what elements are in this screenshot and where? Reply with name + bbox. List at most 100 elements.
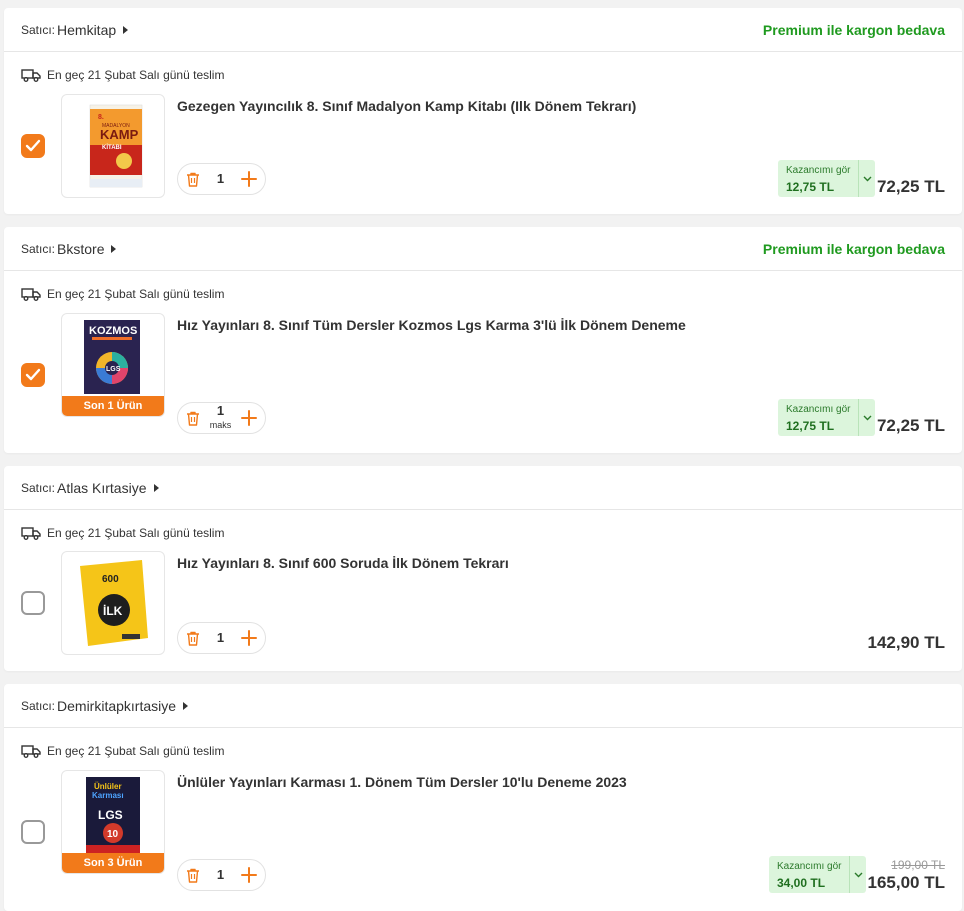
chevron-down-icon — [854, 872, 863, 877]
cart-item-card: Satıcı: Hemkitap Premium ile kargon beda… — [4, 8, 962, 214]
seller-link[interactable]: Satıcı: Hemkitap — [21, 22, 129, 38]
cart-item-card: Satıcı: Atlas Kırtasiye En geç 21 Şubat … — [4, 466, 962, 671]
quantity-value: 1 — [216, 867, 225, 882]
stock-badge: Son 3 Ürün — [62, 853, 164, 873]
product-title[interactable]: Ünlüler Yayınları Karması 1. Dönem Tüm D… — [177, 774, 627, 790]
cover-text: İLK — [103, 603, 123, 618]
seller-name[interactable]: Demirkitapkırtasiye — [57, 698, 176, 714]
seller-name[interactable]: Bkstore — [57, 241, 104, 257]
delivery-text: En geç 21 Şubat Salı günü teslim — [47, 526, 225, 540]
quantity-stepper: 1 — [177, 622, 266, 654]
plus-icon[interactable] — [240, 410, 257, 426]
seller-bar: Satıcı: Atlas Kırtasiye — [4, 466, 962, 510]
cover-text: 10 — [107, 829, 119, 840]
chevron-down-icon — [863, 176, 872, 181]
trash-icon[interactable] — [186, 868, 200, 883]
trash-icon[interactable] — [186, 411, 200, 426]
seller-name[interactable]: Atlas Kırtasiye — [57, 480, 146, 496]
seller-bar: Satıcı: Hemkitap Premium ile kargon beda… — [4, 8, 962, 52]
check-icon — [25, 368, 41, 381]
quantity-value: 1 — [216, 630, 225, 645]
cover-text: 600 — [102, 574, 119, 585]
quantity-value: 1 maks — [209, 403, 232, 431]
product-image[interactable]: KOZMOS LGS Son 1 Ürün — [61, 313, 165, 417]
price: 72,25 TL — [876, 416, 945, 435]
earnings-label: Kazancımı gör — [777, 861, 842, 872]
delivery-text: En geç 21 Şubat Salı günü teslim — [47, 744, 225, 758]
trash-icon[interactable] — [186, 631, 200, 646]
seller-link[interactable]: Satıcı: Demirkitapkırtasiye — [21, 698, 189, 714]
select-item-checkbox[interactable] — [21, 591, 45, 615]
plus-icon[interactable] — [240, 867, 257, 883]
select-item-checkbox[interactable] — [21, 134, 45, 158]
seller-bar: Satıcı: Demirkitapkırtasiye — [4, 684, 962, 728]
product-title[interactable]: Hız Yayınları 8. Sınıf 600 Soruda İlk Dö… — [177, 555, 509, 571]
premium-shipping-note: Premium ile kargon bedava — [762, 21, 945, 38]
delivery-info: En geç 21 Şubat Salı günü teslim — [21, 287, 224, 301]
caret-right-icon — [183, 701, 189, 710]
seller-link[interactable]: Satıcı: Atlas Kırtasiye — [21, 480, 159, 496]
truck-icon — [21, 288, 41, 301]
caret-right-icon — [123, 25, 129, 34]
quantity-stepper: 1 — [177, 859, 266, 891]
book-cover-600: 600 İLK — [80, 560, 148, 646]
premium-shipping-note: Premium ile kargon bedava — [762, 240, 945, 257]
seller-bar: Satıcı: Bkstore Premium ile kargon bedav… — [4, 227, 962, 271]
cover-text: KOZMOS — [89, 325, 137, 337]
quantity-value: 1 — [216, 171, 225, 186]
plus-icon[interactable] — [240, 171, 257, 187]
caret-right-icon — [111, 244, 117, 253]
seller-link[interactable]: Satıcı: Bkstore — [21, 241, 117, 257]
earnings-label: Kazancımı gör — [786, 165, 851, 176]
price: 165,00 TL — [867, 873, 946, 892]
quantity-number: 1 — [216, 403, 225, 418]
book-cover-madalyon: 8. MADALYON KAMP KİTABI — [89, 104, 143, 188]
caret-right-icon — [153, 483, 159, 492]
earnings-box[interactable]: Kazancımı gör 34,00 TL — [769, 856, 867, 893]
cover-text: Ünlüler — [94, 782, 122, 791]
check-icon — [25, 139, 41, 152]
delivery-info: En geç 21 Şubat Salı günü teslim — [21, 526, 224, 540]
delivery-text: En geç 21 Şubat Salı günü teslim — [47, 287, 225, 301]
cover-text: LGS — [106, 366, 121, 373]
product-image[interactable]: 600 İLK — [61, 551, 165, 655]
cart-item-card: Satıcı: Bkstore Premium ile kargon bedav… — [4, 227, 962, 453]
earnings-box[interactable]: Kazancımı gör 12,75 TL — [778, 160, 876, 197]
delivery-info: En geç 21 Şubat Salı günü teslim — [21, 68, 224, 82]
truck-icon — [21, 745, 41, 758]
cover-text: 8. — [98, 114, 104, 121]
seller-prefix: Satıcı: — [21, 241, 56, 256]
quantity-stepper: 1 — [177, 163, 266, 195]
seller-prefix: Satıcı: — [21, 22, 56, 37]
truck-icon — [21, 69, 41, 82]
delivery-info: En geç 21 Şubat Salı günü teslim — [21, 744, 224, 758]
cover-text: KAMP — [100, 127, 139, 142]
product-image[interactable]: 8. MADALYON KAMP KİTABI — [61, 94, 165, 198]
earnings-value: 12,75 TL — [786, 419, 835, 433]
product-title[interactable]: Gezegen Yayıncılık 8. Sınıf Madalyon Kam… — [177, 98, 636, 114]
seller-prefix: Satıcı: — [21, 698, 56, 713]
seller-name[interactable]: Hemkitap — [57, 22, 116, 38]
stock-badge: Son 1 Ürün — [62, 396, 164, 416]
quantity-max-note: maks — [209, 420, 232, 430]
earnings-value: 12,75 TL — [786, 180, 835, 194]
product-image[interactable]: Ünlüler Karması LGS 10 Son 3 Ürün — [61, 770, 165, 874]
chevron-down-icon — [863, 415, 872, 420]
cover-text: KİTABI — [102, 144, 122, 151]
seller-prefix: Satıcı: — [21, 480, 56, 495]
earnings-box[interactable]: Kazancımı gör 12,75 TL — [778, 399, 876, 436]
trash-icon[interactable] — [186, 172, 200, 187]
quantity-stepper: 1 maks — [177, 402, 266, 434]
select-item-checkbox[interactable] — [21, 363, 45, 387]
plus-icon[interactable] — [240, 630, 257, 646]
price: 142,90 TL — [867, 633, 946, 652]
delivery-text: En geç 21 Şubat Salı günü teslim — [47, 68, 225, 82]
cart-item-card: Satıcı: Demirkitapkırtasiye En geç 21 Şu… — [4, 684, 962, 911]
cover-text: LGS — [98, 808, 123, 822]
earnings-value: 34,00 TL — [777, 876, 826, 890]
product-title[interactable]: Hız Yayınları 8. Sınıf Tüm Dersler Kozmo… — [177, 317, 686, 333]
select-item-checkbox[interactable] — [21, 820, 45, 844]
earnings-label: Kazancımı gör — [786, 404, 851, 415]
truck-icon — [21, 527, 41, 540]
price: 72,25 TL — [876, 177, 945, 196]
